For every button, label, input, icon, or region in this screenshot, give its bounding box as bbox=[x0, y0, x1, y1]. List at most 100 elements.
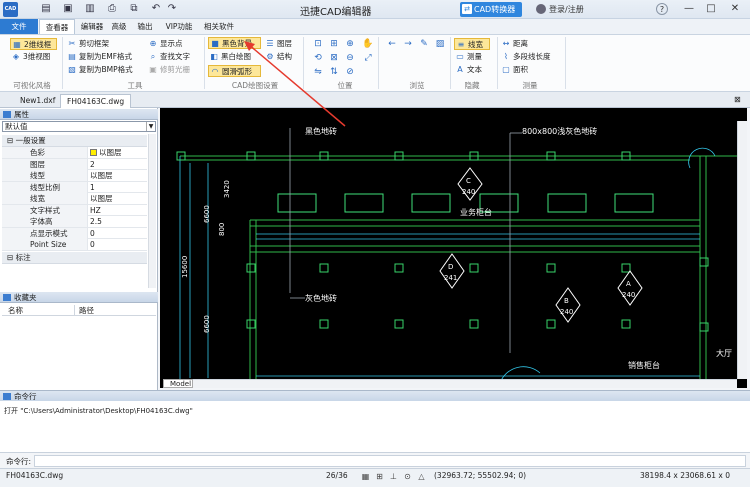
close-button[interactable]: ✕ bbox=[729, 3, 741, 15]
ortho-icon[interactable]: ⊥ bbox=[388, 471, 399, 482]
save-icon[interactable]: ▣ bbox=[62, 3, 74, 15]
back-arrow-icon[interactable]: ← bbox=[386, 38, 398, 50]
forward-arrow-icon[interactable]: → bbox=[402, 38, 414, 50]
properties-scrollbar[interactable] bbox=[148, 134, 156, 288]
properties-select[interactable]: 默认值 ▼ bbox=[2, 121, 156, 132]
property-key: 色彩 bbox=[2, 147, 88, 158]
edit-icon[interactable]: ✎ bbox=[418, 38, 430, 50]
login-link[interactable]: 登录/注册 bbox=[549, 4, 584, 15]
doc-tab-new1[interactable]: New1.dxf bbox=[14, 94, 61, 108]
user-icon bbox=[536, 4, 546, 14]
drawing-canvas[interactable]: 黑色地砖 800x800浅灰色地砖 灰色地砖 业务柜台 销售柜台 大厅 C 24… bbox=[160, 108, 747, 388]
2d-wireframe-button[interactable]: ▦ 2维线框 bbox=[10, 38, 57, 50]
color-swatch bbox=[90, 149, 97, 156]
favorites-title: 收藏夹 bbox=[14, 293, 37, 302]
property-row[interactable]: 字体高 2.5 bbox=[2, 216, 147, 228]
tab-editor[interactable]: 编辑器 bbox=[78, 19, 106, 34]
fit-icon[interactable]: ⤢ bbox=[362, 52, 374, 64]
model-tab[interactable]: Model bbox=[163, 379, 193, 388]
copy-bmp-button[interactable]: ▧ 复制为BMP格式 bbox=[66, 64, 144, 76]
snap-icon[interactable]: ⊞ bbox=[374, 471, 385, 482]
measure-button[interactable]: ▭ 测量 bbox=[454, 51, 490, 63]
annotation-arrow bbox=[244, 41, 346, 127]
find-text-button[interactable]: ⌕ 查找文字 bbox=[147, 51, 202, 63]
tab-advanced[interactable]: 高级 bbox=[108, 19, 130, 34]
copy-icon[interactable]: ⧉ bbox=[128, 3, 140, 15]
print-icon[interactable]: ⎙ bbox=[106, 3, 118, 15]
canvas-horizontal-scrollbar[interactable] bbox=[190, 379, 737, 388]
symbol-b-letter: B bbox=[564, 297, 569, 305]
minimize-button[interactable]: — bbox=[683, 3, 695, 15]
property-row[interactable]: 色彩 以图层 bbox=[2, 147, 147, 159]
emf-icon: ▤ bbox=[68, 52, 76, 61]
cad-drawing: 黑色地砖 800x800浅灰色地砖 灰色地砖 业务柜台 销售柜台 大厅 C 24… bbox=[176, 126, 747, 388]
clip-frame-button[interactable]: ✂ 剪切框架 bbox=[66, 38, 144, 50]
converter-icon: ⇄ bbox=[462, 4, 472, 14]
symbol-a-number: 240 bbox=[622, 291, 635, 299]
area-icon: ▢ bbox=[502, 65, 510, 74]
doc-tab-fh04163c[interactable]: FH04163C.dwg bbox=[60, 94, 132, 108]
text-button[interactable]: A 文本 bbox=[454, 64, 490, 76]
command-title: 命令行 bbox=[14, 392, 37, 401]
distance-button[interactable]: ↔ 距离 bbox=[500, 38, 560, 50]
pan-icon[interactable]: ✋ bbox=[362, 38, 374, 50]
canvas-vertical-scrollbar[interactable] bbox=[737, 121, 747, 379]
3d-view-label: 3维视图 bbox=[23, 52, 51, 61]
property-row[interactable]: Point Size 0 bbox=[2, 239, 147, 251]
symbol-c-number: 240 bbox=[462, 188, 475, 196]
polar-icon[interactable]: ⊙ bbox=[402, 471, 413, 482]
area-button[interactable]: ▢ 面积 bbox=[500, 64, 560, 76]
property-row[interactable]: 线型比例 1 bbox=[2, 181, 147, 193]
trim-raster-button[interactable]: ▣ 修剪光栅 bbox=[147, 64, 202, 76]
command-header: 命令行 bbox=[0, 390, 750, 401]
group-hidden: 隐藏 bbox=[464, 81, 480, 90]
property-row[interactable]: 图层 2 bbox=[2, 158, 147, 170]
dim-6600-bottom: 6600 bbox=[203, 315, 211, 333]
tab-output[interactable]: 输出 bbox=[134, 19, 156, 34]
property-row[interactable]: 点显示模式 0 bbox=[2, 227, 147, 239]
tab-vip[interactable]: VIP功能 bbox=[162, 19, 196, 34]
maximize-button[interactable]: □ bbox=[705, 3, 717, 15]
separator bbox=[62, 37, 63, 89]
property-category-dimension[interactable]: ⊟ 标注 bbox=[2, 252, 147, 264]
polyline-length-button[interactable]: ⌇ 多段线长度 bbox=[500, 51, 560, 63]
separator bbox=[565, 37, 566, 89]
property-category-general[interactable]: ⊟ 一般设置 bbox=[2, 135, 147, 147]
distance-icon: ↔ bbox=[502, 39, 510, 48]
tab-related[interactable]: 相关软件 bbox=[201, 19, 237, 34]
3d-view-button[interactable]: ◈ 3维视图 bbox=[10, 51, 57, 63]
cad-converter-button[interactable]: ⇄ CAD转换器 bbox=[460, 2, 522, 17]
section-symbol-d bbox=[439, 253, 465, 289]
osnap-icon[interactable]: △ bbox=[416, 471, 427, 482]
property-value: 0 bbox=[90, 240, 95, 249]
save-all-icon[interactable]: ▥ bbox=[84, 3, 96, 15]
favorites-header: 收藏夹 bbox=[0, 292, 158, 303]
line-width-button[interactable]: ≡ 线宽 bbox=[454, 38, 490, 50]
tab-file[interactable]: 文件 bbox=[0, 19, 38, 34]
undo-icon[interactable]: ↶ bbox=[150, 3, 162, 15]
grid-icon[interactable]: ▦ bbox=[360, 471, 371, 482]
browse-icon[interactable]: ▨ bbox=[434, 38, 446, 50]
close-doc-icon[interactable]: ⊠ bbox=[734, 95, 741, 104]
dim-800: 800 bbox=[218, 223, 226, 236]
property-row[interactable]: 线宽 以图层 bbox=[2, 193, 147, 205]
redo-icon[interactable]: ↷ bbox=[166, 3, 178, 15]
property-value: 1 bbox=[90, 182, 95, 192]
tab-viewer[interactable]: 查看器 bbox=[39, 19, 75, 34]
symbol-b-number: 240 bbox=[560, 308, 573, 316]
find-text-label: 查找文字 bbox=[160, 52, 190, 61]
property-row[interactable]: 文字样式 HZ bbox=[2, 204, 147, 216]
property-row[interactable]: 线型 以图层 bbox=[2, 170, 147, 182]
dim-3420: 3420 bbox=[223, 180, 231, 198]
copy-emf-button[interactable]: ▤ 复制为EMF格式 bbox=[66, 51, 144, 63]
command-input-label: 命令行: bbox=[6, 457, 32, 466]
help-icon[interactable]: ? bbox=[656, 3, 668, 15]
show-points-button[interactable]: ⊕ 显示点 bbox=[147, 38, 202, 50]
open-icon[interactable]: ▤ bbox=[40, 3, 52, 15]
section-symbol-a bbox=[617, 270, 643, 306]
status-page: 26/36 bbox=[326, 471, 348, 480]
command-input[interactable] bbox=[34, 455, 746, 467]
3d-cube-icon: ◈ bbox=[12, 52, 20, 61]
group-browse: 浏览 bbox=[409, 81, 425, 90]
property-value: 2 bbox=[90, 159, 95, 169]
